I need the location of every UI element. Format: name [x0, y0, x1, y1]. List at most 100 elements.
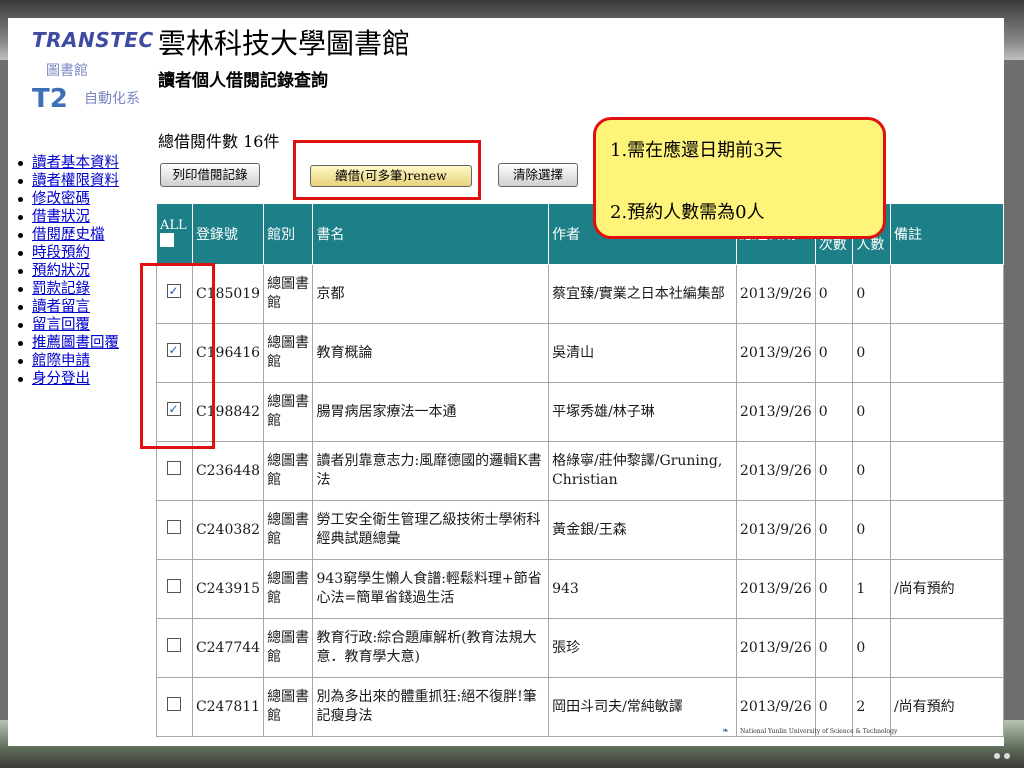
row-checkbox[interactable] — [167, 697, 182, 711]
sidebar-link[interactable]: 讀者基本資料 — [32, 155, 119, 171]
loan-table: ALL 登錄號 館別 書名 作者 應還日期 續借次數 預約人數 備註 C1850… — [156, 203, 1004, 737]
cell-reserve: 1 — [852, 559, 891, 619]
header-title: 書名 — [312, 203, 550, 265]
cell-barcode: C243915 — [191, 559, 265, 619]
cell-title: 943窮學生懶人食譜:輕鬆料理+節省心法=簡單省錢過生活 — [312, 559, 550, 619]
cell-reserve: 0 — [852, 382, 891, 442]
table-row: C236448 總圖書館 讀者別靠意志力:風靡德國的邏輯K書法 格綠寧/莊仲黎譯/Gr… — [156, 441, 1004, 501]
sidebar-link[interactable]: 推薦圖書回覆 — [32, 335, 119, 351]
cell-branch: 總圖書館 — [263, 382, 314, 442]
bullet-icon — [18, 196, 23, 202]
cell-reserve: 0 — [852, 500, 891, 560]
sidebar-item: 讀者權限資料 — [18, 172, 119, 190]
slide-content: TRANSTEC 圖書館 T2 自動化系 讀者基本資料 讀者權限資料 修改密碼借書狀… — [8, 18, 1004, 746]
cell-due: 2013/9/26 — [735, 382, 816, 442]
cell-renewed: 0 — [814, 323, 854, 383]
print-records-button[interactable]: 列印借閱記錄 — [160, 163, 260, 187]
cell-reserve: 0 — [852, 441, 891, 501]
cell-note: /尚有預約 — [889, 677, 1004, 737]
slide-corner-decoration — [990, 744, 1010, 763]
bullet-icon — [18, 286, 23, 292]
row-checkbox[interactable] — [167, 638, 182, 652]
bullet-icon — [18, 304, 23, 310]
sidebar-link[interactable]: 借閱歷史檔 — [32, 227, 105, 243]
sidebar-item: 借閱歷史檔 — [18, 226, 119, 244]
cell-branch: 總圖書館 — [263, 677, 314, 737]
cell-author: 吳清山 — [548, 323, 737, 383]
sidebar-link[interactable]: 讀者權限資料 — [32, 173, 119, 189]
table-row: C243915 總圖書館 943窮學生懶人食譜:輕鬆料理+節省心法=簡單省錢過生活 9… — [156, 559, 1004, 619]
row-select-cell — [156, 559, 193, 619]
checkbox-highlight-box — [140, 263, 215, 449]
cell-note — [889, 382, 1004, 442]
sidebar-link[interactable]: 修改密碼 — [32, 191, 90, 207]
table-row: C198842總圖書館腸胃病居家療法一本通平塚秀雄/林子琳2013/9/2600 — [156, 382, 1004, 442]
table-body: C185019總圖書館京都蔡宜臻/實業之日本社編集部2013/9/2600C19… — [156, 264, 1004, 737]
cell-author: 張珍 — [548, 618, 737, 678]
sidebar-item: 館際申請 — [18, 352, 119, 370]
header-note: 備註 — [889, 203, 1004, 265]
table-row: C196416總圖書館教育概論吳清山2013/9/2600 — [156, 323, 1004, 383]
table-row: C185019總圖書館京都蔡宜臻/實業之日本社編集部2013/9/2600 — [156, 264, 1004, 324]
cell-branch: 總圖書館 — [263, 618, 314, 678]
cell-branch: 總圖書館 — [263, 441, 314, 501]
sidebar-link[interactable]: 留言回覆 — [32, 317, 90, 333]
logo-t2: T2 — [32, 84, 68, 114]
cell-barcode: C240382 — [191, 500, 265, 560]
cell-due: 2013/9/26 — [735, 618, 816, 678]
table-row: C240382 總圖書館 勞工安全衛生管理乙級技術士學術科經典試題總彙 黃金銀/王森 2… — [156, 500, 1004, 560]
cell-renewed: 0 — [814, 559, 854, 619]
row-checkbox[interactable] — [167, 520, 182, 534]
header-all-label: ALL — [160, 217, 187, 233]
cell-renewed: 0 — [814, 618, 854, 678]
cell-renewed: 0 — [814, 441, 854, 501]
cell-branch: 總圖書館 — [263, 323, 314, 383]
bullet-icon — [18, 268, 23, 274]
cell-due: 2013/9/26 — [735, 264, 816, 324]
row-select-cell — [156, 618, 193, 678]
header-all[interactable]: ALL — [156, 203, 193, 265]
sidebar-item: 推薦圖書回覆 — [18, 334, 119, 352]
sidebar-link[interactable]: 館際申請 — [32, 353, 90, 369]
select-all-checkbox[interactable] — [160, 232, 174, 247]
bullet-icon — [18, 232, 23, 238]
logo-t2-sub: 自動化系 — [84, 91, 140, 107]
bullet-icon — [18, 250, 23, 256]
sidebar-link[interactable]: 時段預約 — [32, 245, 90, 261]
university-logo-icon: ❧ — [722, 726, 729, 735]
sidebar-item: 修改密碼 — [18, 190, 119, 208]
logo-brand-sub: 圖書館 — [46, 63, 88, 79]
cell-note — [889, 618, 1004, 678]
table-row: C247744 總圖書館 教育行政:綜合題庫解析(教育法規大意．教育學大意) 張珍 20… — [156, 618, 1004, 678]
transtec-logo: TRANSTEC 圖書館 T2 自動化系 — [32, 28, 162, 118]
cell-title: 勞工安全衛生管理乙級技術士學術科經典試題總彙 — [312, 500, 550, 560]
row-checkbox[interactable] — [167, 461, 182, 475]
row-select-cell — [156, 500, 193, 560]
sidebar: TRANSTEC 圖書館 T2 自動化系 讀者基本資料 讀者權限資料 修改密碼 借書狀… — [8, 18, 153, 746]
cell-note: /尚有預約 — [889, 559, 1004, 619]
sidebar-link[interactable]: 罰款記錄 — [32, 281, 90, 297]
cell-due: 2013/9/26 — [735, 441, 816, 501]
page-title: 雲林科技大學圖書館 — [158, 27, 411, 60]
header-barcode: 登錄號 — [191, 203, 265, 265]
clear-selection-button[interactable]: 清除選擇 — [498, 163, 578, 187]
bullet-icon — [18, 376, 23, 382]
sidebar-item: 時段預約 — [18, 244, 119, 262]
sidebar-item: 身分登出 — [18, 370, 119, 388]
cell-branch: 總圖書館 — [263, 500, 314, 560]
header-branch: 館別 — [263, 203, 314, 265]
sidebar-link[interactable]: 身分登出 — [32, 371, 90, 387]
cell-due: 2013/9/26 — [735, 323, 816, 383]
cell-author: 蔡宜臻/實業之日本社編集部 — [548, 264, 737, 324]
cell-barcode: C247744 — [191, 618, 265, 678]
cell-title: 京都 — [312, 264, 550, 324]
row-checkbox[interactable] — [167, 579, 182, 593]
bullet-icon — [18, 358, 23, 364]
sidebar-link[interactable]: 讀者留言 — [32, 299, 90, 315]
sidebar-link[interactable]: 預約狀況 — [32, 263, 90, 279]
cell-note — [889, 323, 1004, 383]
sidebar-link[interactable]: 借書狀況 — [32, 209, 90, 225]
sidebar-item: 預約狀況 — [18, 262, 119, 280]
cell-reserve: 0 — [852, 264, 891, 324]
cell-title: 教育行政:綜合題庫解析(教育法規大意．教育學大意) — [312, 618, 550, 678]
